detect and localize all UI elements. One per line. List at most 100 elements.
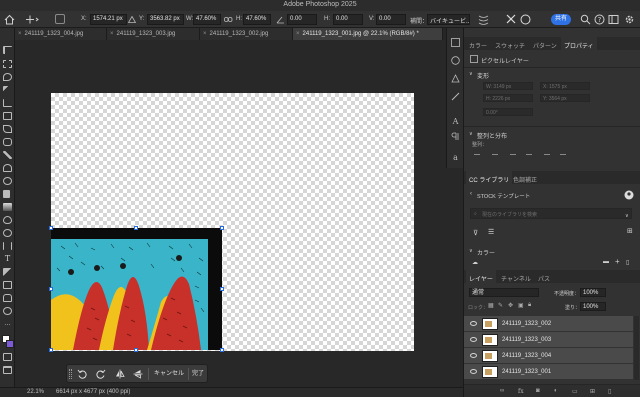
tab-241119_1323_002[interactable]: × 241119_1323_002.jpg — [200, 28, 293, 40]
move-tool-icon[interactable] — [3, 46, 12, 54]
gradient-tool-icon[interactable] — [3, 203, 12, 211]
layer-style-icon[interactable]: fx — [518, 388, 524, 395]
eye-icon[interactable] — [470, 337, 477, 342]
new-group-icon[interactable]: ▭ — [572, 388, 578, 395]
pen-tool-icon[interactable] — [3, 242, 12, 250]
interpolation-select[interactable]: バイキュービ... — [427, 14, 470, 25]
link-aspect-icon[interactable] — [224, 16, 233, 23]
align-middle-icon[interactable] — [544, 154, 550, 155]
tab-channels[interactable]: チャンネル — [498, 270, 534, 283]
marquee-tool-icon[interactable] — [3, 60, 12, 68]
fill-field[interactable]: 100% — [580, 302, 606, 311]
link-delta-icon[interactable] — [128, 16, 136, 23]
layer-row[interactable]: 241119_1323_001 — [464, 364, 633, 380]
transform-width-field[interactable]: W: 3149 px — [483, 82, 533, 90]
align-bottom-icon[interactable] — [560, 154, 566, 155]
layer-row[interactable]: 241119_1323_002 — [464, 316, 633, 332]
tab-swatches[interactable]: スウォッチ — [492, 37, 528, 50]
close-icon[interactable]: × — [203, 31, 207, 37]
cancel-button[interactable]: キャンセル — [151, 368, 187, 380]
tab-patterns[interactable]: パターン — [530, 37, 560, 50]
tab-layers[interactable]: レイヤー — [466, 270, 496, 283]
height-field[interactable]: 47.60% — [243, 14, 271, 25]
lock-all-icon[interactable]: 🔒︎ — [528, 302, 531, 309]
cancel-transform-icon[interactable] — [506, 14, 516, 24]
background-color-swatch[interactable] — [6, 340, 14, 348]
lock-pixels-icon[interactable]: ▦ — [488, 302, 494, 309]
align-left-icon[interactable] — [474, 154, 480, 155]
crop-tool-icon[interactable] — [3, 99, 12, 107]
chevron-down-icon[interactable]: ∨ — [625, 213, 629, 219]
library-search-field[interactable]: ⌕ 現在のライブラリを検索 — [470, 208, 632, 219]
rectangle-tool-icon[interactable] — [3, 281, 12, 289]
trash-icon[interactable]: ▯ — [608, 388, 611, 395]
brush-tool-icon[interactable] — [3, 151, 12, 159]
tab-paths[interactable]: パス — [535, 270, 553, 283]
transform-height-field[interactable]: H: 2226 px — [483, 94, 533, 102]
library-view-icon[interactable]: ⊽ — [473, 229, 478, 237]
eyedropper-icon[interactable] — [3, 125, 12, 133]
stamp-tool-icon[interactable] — [3, 164, 12, 172]
search-icon[interactable] — [580, 14, 591, 25]
tab-241119_1323_003[interactable]: × 241119_1323_003.jpg — [107, 28, 200, 40]
transform-x-field[interactable]: X: 1575 px — [540, 82, 590, 90]
brushes-panel-icon[interactable] — [451, 92, 460, 101]
libraries-panel-icon[interactable] — [451, 74, 460, 83]
reference-point-icon[interactable] — [55, 14, 65, 24]
warp-icon[interactable] — [478, 14, 489, 25]
done-button[interactable]: 完了 — [190, 368, 206, 380]
transform-handle[interactable] — [49, 226, 53, 230]
type-tool-icon[interactable]: T — [3, 255, 12, 263]
grid-view-icon[interactable]: ⊞ — [627, 227, 633, 235]
home-icon[interactable] — [4, 14, 15, 25]
healing-brush-icon[interactable] — [3, 138, 12, 146]
adjustment-layer-icon[interactable]: ◐ — [554, 388, 558, 394]
tab-adjustments[interactable]: 色調補正 — [510, 171, 540, 184]
layers-scrollbar[interactable] — [634, 316, 639, 380]
chevron-down-icon[interactable]: ∨ — [469, 71, 473, 77]
move-tool-icon[interactable] — [25, 14, 39, 25]
chevron-left-icon[interactable]: ‹ — [470, 191, 472, 197]
zoom-tool-icon[interactable] — [3, 307, 12, 315]
rotate-right-icon[interactable] — [96, 369, 106, 379]
user-icon[interactable] — [624, 190, 634, 200]
tab-241119_1323_004[interactable]: × 241119_1323_004.jpg — [15, 28, 107, 40]
angle-field[interactable]: 0.00 — [287, 14, 317, 25]
quick-mask-icon[interactable] — [3, 353, 12, 361]
screen-mode-icon[interactable] — [3, 366, 12, 374]
paragraph-panel-icon[interactable] — [451, 132, 460, 141]
eye-icon[interactable] — [470, 369, 477, 374]
lasso-tool-icon[interactable] — [3, 73, 12, 81]
help-icon[interactable]: ? — [594, 14, 605, 25]
add-icon[interactable]: + — [615, 257, 620, 266]
stock-templates-label[interactable]: STOCK テンプレート — [477, 192, 530, 200]
transform-handle[interactable] — [134, 348, 138, 352]
character-panel-icon[interactable]: A — [451, 116, 460, 125]
align-top-icon[interactable] — [526, 154, 532, 155]
history-brush-icon[interactable] — [3, 177, 12, 185]
transform-handle[interactable] — [220, 287, 224, 291]
transform-angle-field[interactable]: 0.00° — [483, 108, 533, 116]
layer-row[interactable]: 241119_1323_003 — [464, 332, 633, 348]
drag-handle[interactable] — [69, 369, 72, 379]
lock-artboard-icon[interactable]: ▣ — [518, 302, 524, 309]
x-position-field[interactable]: 1574.21 px — [90, 14, 127, 25]
lock-position-icon[interactable]: ✥ — [508, 302, 513, 309]
h-skew-field[interactable]: 0.00 — [333, 14, 363, 25]
transform-handle[interactable] — [49, 348, 53, 352]
tab-properties[interactable]: プロパティ — [561, 37, 597, 50]
transform-handle[interactable] — [49, 287, 53, 291]
align-right-icon[interactable] — [510, 154, 516, 155]
folder-icon[interactable]: ▬ — [603, 259, 609, 265]
adjustments-panel-icon[interactable] — [451, 56, 460, 65]
workspace-icon[interactable] — [608, 14, 619, 25]
close-icon[interactable]: × — [296, 31, 300, 37]
history-panel-icon[interactable] — [451, 38, 460, 47]
object-select-icon[interactable] — [3, 86, 12, 94]
flip-vertical-icon[interactable] — [133, 369, 143, 379]
new-layer-icon[interactable]: ⊞ — [590, 388, 595, 395]
transform-handle[interactable] — [134, 226, 138, 230]
document-size[interactable]: 6614 px x 4677 px (400 ppi) — [56, 389, 130, 395]
frame-tool-icon[interactable] — [3, 112, 12, 120]
opacity-field[interactable]: 100% — [580, 288, 606, 297]
